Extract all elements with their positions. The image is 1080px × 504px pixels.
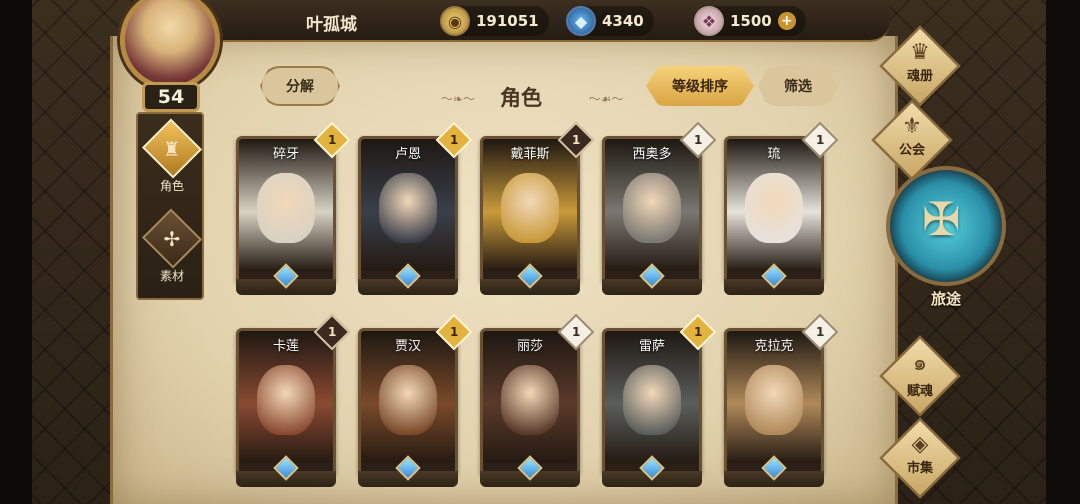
- level-badge-value: 1: [571, 132, 581, 147]
- market-crystal-icon: ◈: [911, 432, 929, 457]
- level-badge-value: 1: [815, 324, 825, 339]
- player-level-badge: 54: [142, 82, 200, 112]
- gold-value: 191051: [476, 12, 539, 30]
- character-card[interactable]: 雷萨 1: [602, 313, 717, 487]
- avatar[interactable]: [120, 0, 220, 90]
- soul-book-icon: ♛: [910, 40, 930, 65]
- menu-label-market: 市集: [906, 461, 933, 476]
- character-face: [379, 365, 437, 435]
- character-face: [379, 173, 437, 243]
- level-badge-value: 1: [693, 132, 703, 147]
- page-title: 角色: [500, 86, 542, 110]
- title-ornament-left: 〜❧〜: [440, 92, 476, 106]
- journey-button[interactable]: ✠ 旅途: [884, 166, 1008, 316]
- soul-swirl-icon: ๑: [913, 351, 927, 376]
- character-face: [501, 173, 559, 243]
- level-badge-value: 1: [571, 324, 581, 339]
- character-card[interactable]: 克拉克 1: [724, 313, 839, 487]
- left-screen-edge: [0, 0, 32, 504]
- level-badge-value: 1: [449, 324, 459, 339]
- character-portrait: 碎牙: [239, 139, 333, 271]
- menu-guild[interactable]: ⚜ 公会: [864, 99, 960, 181]
- material-wings-icon: ✢: [141, 208, 203, 269]
- nav-item-materials[interactable]: ✢ 素材: [141, 208, 203, 284]
- journey-label: 旅途: [930, 290, 961, 308]
- level-badge-value: 1: [327, 132, 337, 147]
- blue-crystal-icon: ◆: [566, 6, 596, 36]
- character-portrait: 琉: [727, 139, 821, 271]
- character-portrait: 西奥多: [605, 139, 699, 271]
- sort-by-level-button[interactable]: 等级排序: [646, 66, 754, 106]
- gold-coin-icon: ◉: [440, 6, 470, 36]
- nav-label-characters: 角色: [159, 179, 184, 193]
- currency-crystal[interactable]: ◆ 4340: [566, 6, 654, 36]
- character-card[interactable]: 西奥多 1: [602, 121, 717, 295]
- character-card[interactable]: 丽莎 1: [480, 313, 595, 487]
- character-portrait: 克拉克: [727, 331, 821, 463]
- character-face: [623, 365, 681, 435]
- character-portrait: 贾汉: [361, 331, 455, 463]
- menu-label-guild: 公会: [898, 143, 925, 158]
- filter-button[interactable]: 筛选: [758, 66, 838, 106]
- character-face: [501, 365, 559, 435]
- character-card[interactable]: 卢恩 1: [358, 121, 473, 295]
- crystal-value: 4340: [602, 12, 644, 30]
- character-portrait: 卡莲: [239, 331, 333, 463]
- nav-label-materials: 素材: [159, 269, 184, 283]
- menu-label-soul-infuse: 赋魂: [906, 384, 933, 399]
- currency-gold[interactable]: ◉ 191051: [440, 6, 549, 36]
- player-name: 叶孤城: [306, 15, 357, 35]
- level-badge-value: 1: [693, 324, 703, 339]
- add-currency-button[interactable]: +: [777, 12, 796, 30]
- character-face: [257, 173, 315, 243]
- decompose-button[interactable]: 分解: [260, 66, 340, 106]
- title-ornament-right: 〜☙〜: [588, 92, 624, 106]
- menu-market[interactable]: ◈ 市集: [872, 417, 968, 499]
- character-face: [623, 173, 681, 243]
- currency-pink-gem[interactable]: ❖ 1500 +: [694, 6, 806, 36]
- character-portrait: 雷萨: [605, 331, 699, 463]
- character-card[interactable]: 琉1: [724, 121, 839, 295]
- journey-emblem-icon: ✠: [922, 192, 961, 246]
- menu-soul-book[interactable]: ♛ 魂册: [872, 25, 968, 107]
- pink-gem-icon: ❖: [694, 6, 724, 36]
- guild-emblem-icon: ⚜: [902, 114, 922, 139]
- level-badge-value: 1: [815, 132, 825, 147]
- character-face: [745, 365, 803, 435]
- nav-item-characters[interactable]: ♜ 角色: [141, 118, 203, 194]
- pink-gem-value: 1500: [730, 12, 772, 30]
- character-face: [257, 365, 315, 435]
- character-face: [745, 173, 803, 243]
- right-screen-edge: [1046, 0, 1080, 504]
- menu-soul-infuse[interactable]: ๑ 赋魂: [872, 335, 968, 417]
- character-card[interactable]: 碎牙 1: [236, 121, 351, 295]
- menu-label-soul-book: 魂册: [906, 69, 933, 84]
- character-portrait: 戴菲斯: [483, 139, 577, 271]
- character-helmet-icon: ♜: [141, 118, 203, 179]
- character-card[interactable]: 贾汉 1: [358, 313, 473, 487]
- character-card[interactable]: 戴菲斯 1: [480, 121, 595, 295]
- character-card[interactable]: 卡莲 1: [236, 313, 351, 487]
- character-portrait: 卢恩: [361, 139, 455, 271]
- character-portrait: 丽莎: [483, 331, 577, 463]
- level-badge-value: 1: [327, 324, 337, 339]
- level-badge-value: 1: [449, 132, 459, 147]
- left-category-nav: ♜ 角色 ✢ 素材: [136, 112, 204, 300]
